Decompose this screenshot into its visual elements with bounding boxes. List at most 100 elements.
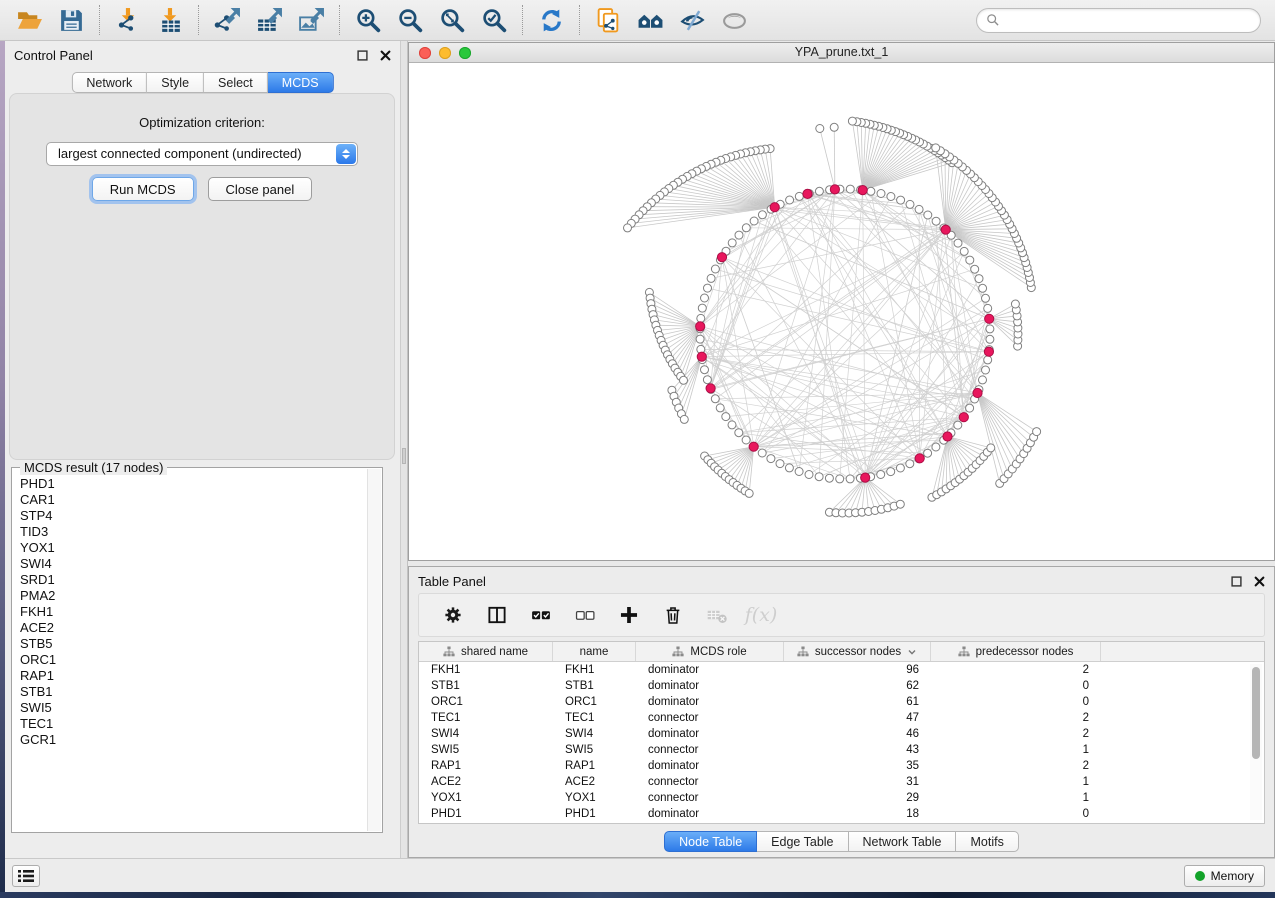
mcds-result-item[interactable]: RAP1 (20, 668, 366, 684)
table-row[interactable]: ORC1ORC1dominator610 (419, 694, 1264, 710)
mcds-result-item[interactable]: TID3 (20, 524, 366, 540)
table-row[interactable]: TEC1TEC1connector472 (419, 710, 1264, 726)
mcds-result-item[interactable]: YOX1 (20, 540, 366, 556)
import-network-button[interactable] (107, 2, 149, 38)
table-panel: Table Panel f(x) shared namenameMCDS rol… (408, 566, 1275, 858)
table-row[interactable]: ACE2ACE2connector311 (419, 774, 1264, 790)
table-row[interactable]: STB1STB1dominator620 (419, 678, 1264, 694)
zoom-out-button[interactable] (389, 2, 431, 38)
network-window: YPA_prune.txt_1 (408, 42, 1275, 561)
mcds-result-item[interactable]: SWI4 (20, 556, 366, 572)
network-window-title: YPA_prune.txt_1 (409, 45, 1274, 59)
run-mcds-button[interactable]: Run MCDS (92, 177, 194, 201)
column-header-predecessor-nodes[interactable]: predecessor nodes (931, 642, 1101, 661)
column-header-shared-name[interactable]: shared name (419, 642, 553, 661)
tab-node-table[interactable]: Node Table (664, 831, 757, 852)
table-row[interactable]: SWI5SWI5connector431 (419, 742, 1264, 758)
table-row[interactable]: SWI4SWI4dominator462 (419, 726, 1264, 742)
network-graph[interactable] (409, 63, 1274, 560)
select-all-button[interactable] (523, 597, 559, 633)
zoom-in-icon (355, 7, 382, 34)
export-image-button[interactable] (290, 2, 332, 38)
mcds-result-item[interactable]: STB5 (20, 636, 366, 652)
open-file-button[interactable] (8, 2, 50, 38)
zoom-in-button[interactable] (347, 2, 389, 38)
column-header-name[interactable]: name (553, 642, 636, 661)
tab-mcds[interactable]: MCDS (268, 72, 334, 93)
mcds-result-item[interactable]: FKH1 (20, 604, 366, 620)
tab-style[interactable]: Style (147, 72, 204, 93)
delete-column-button[interactable] (655, 597, 691, 633)
import-table-button[interactable] (149, 2, 191, 38)
deselect-all-button[interactable] (567, 597, 603, 633)
tab-network[interactable]: Network (71, 72, 147, 93)
scrollbar-thumb[interactable] (1252, 667, 1260, 759)
network-canvas[interactable] (409, 63, 1274, 560)
mcds-result-item[interactable]: CAR1 (20, 492, 366, 508)
mcds-result-scrollbar[interactable] (367, 469, 381, 831)
add-column-button[interactable] (611, 597, 647, 633)
table-cell: STB1 (553, 678, 636, 694)
tab-select[interactable]: Select (204, 72, 268, 93)
tab-edge-table[interactable]: Edge Table (757, 831, 848, 852)
table-cell: 46 (784, 726, 931, 742)
toolbar-separator (339, 5, 340, 35)
dropdown-stepper-icon (336, 144, 356, 164)
mcds-result-item[interactable]: ORC1 (20, 652, 366, 668)
mcds-result-box: MCDS result (17 nodes) PHD1CAR1STP4TID3Y… (11, 467, 383, 833)
table-panel-float-button[interactable] (1230, 575, 1242, 587)
memory-button[interactable]: Memory (1184, 865, 1265, 887)
network-window-titlebar[interactable]: YPA_prune.txt_1 (409, 43, 1274, 63)
toolbar-separator (522, 5, 523, 35)
save-session-button[interactable] (50, 2, 92, 38)
table-settings-button[interactable] (435, 597, 471, 633)
mcds-result-item[interactable]: PHD1 (20, 476, 366, 492)
table-row[interactable]: FKH1FKH1dominator962 (419, 662, 1264, 678)
close-panel-button[interactable]: Close panel (208, 177, 313, 201)
tab-network-table[interactable]: Network Table (849, 831, 957, 852)
refresh-icon (538, 7, 565, 34)
search-input[interactable] (1005, 13, 1251, 27)
mcds-result-item[interactable]: SWI5 (20, 700, 366, 716)
tab-motifs[interactable]: Motifs (956, 831, 1018, 852)
control-panel-close-button[interactable] (379, 49, 391, 61)
table-row[interactable]: PHD1PHD1dominator180 (419, 806, 1264, 822)
mcds-result-item[interactable]: STB1 (20, 684, 366, 700)
clone-network-button[interactable] (587, 2, 629, 38)
mcds-result-item[interactable]: ACE2 (20, 620, 366, 636)
node-table[interactable]: shared namenameMCDS rolesuccessor nodesp… (418, 641, 1265, 824)
column-visibility-button[interactable] (479, 597, 515, 633)
table-cell: PHD1 (419, 806, 553, 822)
mcds-result-list[interactable]: PHD1CAR1STP4TID3YOX1SWI4SRD1PMA2FKH1ACE2… (13, 472, 366, 831)
memory-status-icon (1195, 871, 1205, 881)
refresh-button[interactable] (530, 2, 572, 38)
export-network-button[interactable] (206, 2, 248, 38)
status-list-button[interactable] (12, 865, 40, 887)
zoom-fit-button[interactable] (431, 2, 473, 38)
table-row[interactable]: YOX1YOX1connector291 (419, 790, 1264, 806)
show-all-button[interactable] (713, 2, 755, 38)
mcds-result-item[interactable]: SRD1 (20, 572, 366, 588)
table-row[interactable]: RAP1RAP1dominator352 (419, 758, 1264, 774)
table-cell: PHD1 (553, 806, 636, 822)
hide-selected-button[interactable] (671, 2, 713, 38)
search-box[interactable] (976, 8, 1261, 33)
column-header-MCDS-role[interactable]: MCDS role (636, 642, 784, 661)
panel-divider[interactable] (400, 41, 408, 858)
divider-grip[interactable] (402, 448, 406, 464)
mcds-result-item[interactable]: STP4 (20, 508, 366, 524)
select-all-icon (530, 604, 552, 626)
control-panel-float-button[interactable] (356, 49, 368, 61)
table-panel-close-button[interactable] (1253, 575, 1265, 587)
column-header-successor-nodes[interactable]: successor nodes (784, 642, 931, 661)
table-scrollbar[interactable] (1250, 664, 1262, 820)
mcds-result-item[interactable]: TEC1 (20, 716, 366, 732)
export-table-button[interactable] (248, 2, 290, 38)
zoom-selected-button[interactable] (473, 2, 515, 38)
first-neighbors-button[interactable] (629, 2, 671, 38)
memory-label: Memory (1211, 869, 1254, 883)
mcds-result-item[interactable]: GCR1 (20, 732, 366, 748)
table-cell: 43 (784, 742, 931, 758)
optimization-criterion-select[interactable]: largest connected component (undirected) (46, 142, 358, 166)
mcds-result-item[interactable]: PMA2 (20, 588, 366, 604)
